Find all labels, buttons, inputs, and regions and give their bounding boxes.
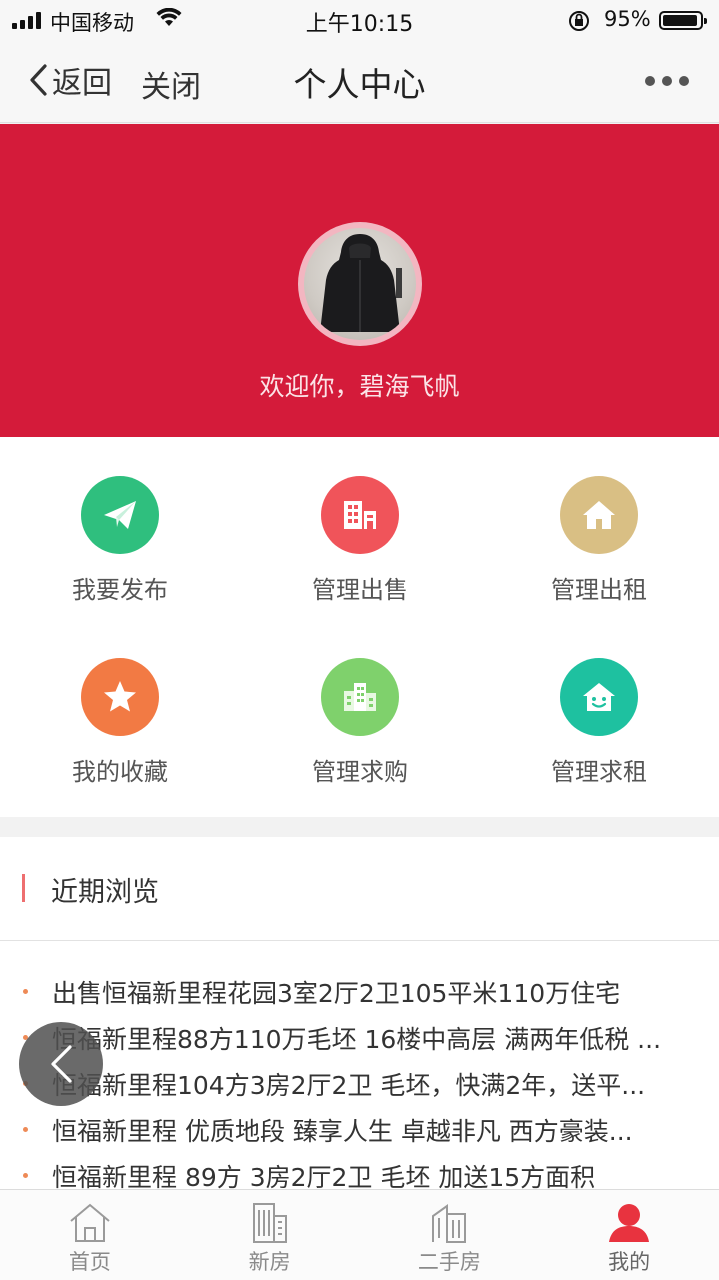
recent-title: 近期浏览 xyxy=(51,877,159,908)
menu-item-manage-sale[interactable]: 管理出售 xyxy=(240,476,480,605)
battery-percent: 95% xyxy=(604,7,651,31)
chevron-left-icon xyxy=(30,64,47,96)
menu-label: 管理求购 xyxy=(312,758,408,786)
rotation-lock-icon xyxy=(567,9,591,38)
paper-plane-icon xyxy=(81,476,159,554)
smiling-house-icon xyxy=(560,658,638,736)
section-accent-bar xyxy=(22,874,25,902)
buildings-icon xyxy=(321,658,399,736)
battery-icon xyxy=(659,11,707,30)
home-icon xyxy=(0,1200,180,1244)
status-bar: 中国移动 上午10:15 95% xyxy=(0,0,719,40)
menu-label: 管理出租 xyxy=(551,576,647,604)
avatar[interactable] xyxy=(298,222,422,346)
tab-mine[interactable]: 我的 xyxy=(539,1190,719,1280)
menu-label: 管理出售 xyxy=(312,576,408,604)
tab-label: 新房 xyxy=(248,1250,291,1274)
nav-bar: 返回 关闭 个人中心 xyxy=(0,40,719,123)
close-button[interactable]: 关闭 xyxy=(141,62,201,106)
tab-label: 首页 xyxy=(68,1250,111,1274)
building-sale-icon xyxy=(321,476,399,554)
star-icon xyxy=(81,658,159,736)
menu-grid: 我要发布 管理出售 管理出租 我的收藏 管理求购 管理求租 xyxy=(0,437,719,817)
more-options-button[interactable] xyxy=(645,76,689,86)
menu-label: 我的收藏 xyxy=(72,758,168,786)
new-building-icon xyxy=(180,1200,360,1244)
menu-item-manage-rent[interactable]: 管理出租 xyxy=(479,476,719,605)
recent-header: 近期浏览 xyxy=(0,837,719,941)
back-label: 返回 xyxy=(52,66,112,101)
menu-item-favorites[interactable]: 我的收藏 xyxy=(0,658,240,787)
menu-item-manage-seek-rent[interactable]: 管理求租 xyxy=(479,658,719,787)
list-item[interactable]: 恒福新里程104方3房2厅2卫 毛坯，快满2年，送平... xyxy=(0,1066,719,1112)
list-item[interactable]: 恒福新里程 优质地段 臻享人生 卓越非凡 西方豪装... xyxy=(0,1112,719,1158)
back-button[interactable]: 返回 xyxy=(28,58,112,102)
list-item[interactable]: 恒福新里程88方110万毛坯 16楼中高层 满两年低税 ... xyxy=(0,1020,719,1066)
profile-banner: 欢迎你，碧海飞帆 xyxy=(0,124,719,437)
recent-section: 近期浏览 出售恒福新里程花园3室2厅2卫105平米110万住宅 恒福新里程88方… xyxy=(0,837,719,1189)
menu-label: 我要发布 xyxy=(72,576,168,604)
welcome-text: 欢迎你，碧海飞帆 xyxy=(259,372,460,401)
tab-second-hand[interactable]: 二手房 xyxy=(360,1190,540,1280)
tab-bar: 首页 新房 二手房 我的 xyxy=(0,1189,719,1280)
floating-back-button[interactable] xyxy=(19,1022,103,1106)
tab-new-homes[interactable]: 新房 xyxy=(180,1190,360,1280)
menu-label: 管理求租 xyxy=(551,758,647,786)
menu-item-publish[interactable]: 我要发布 xyxy=(0,476,240,605)
list-item[interactable]: 出售恒福新里程花园3室2厅2卫105平米110万住宅 xyxy=(0,974,719,1020)
menu-item-manage-buy[interactable]: 管理求购 xyxy=(240,658,480,787)
house-icon xyxy=(560,476,638,554)
recent-list: 出售恒福新里程花园3室2厅2卫105平米110万住宅 恒福新里程88方110万毛… xyxy=(0,941,719,1189)
tab-home[interactable]: 首页 xyxy=(0,1190,180,1280)
list-item[interactable]: 恒福新里程 89方 3房2厅2卫 毛坯 加送15方面积 xyxy=(0,1158,719,1189)
user-icon xyxy=(539,1200,719,1244)
second-hand-building-icon xyxy=(360,1200,540,1244)
tab-label: 我的 xyxy=(608,1250,651,1274)
chevron-left-icon xyxy=(51,1045,72,1083)
tab-label: 二手房 xyxy=(417,1250,481,1274)
